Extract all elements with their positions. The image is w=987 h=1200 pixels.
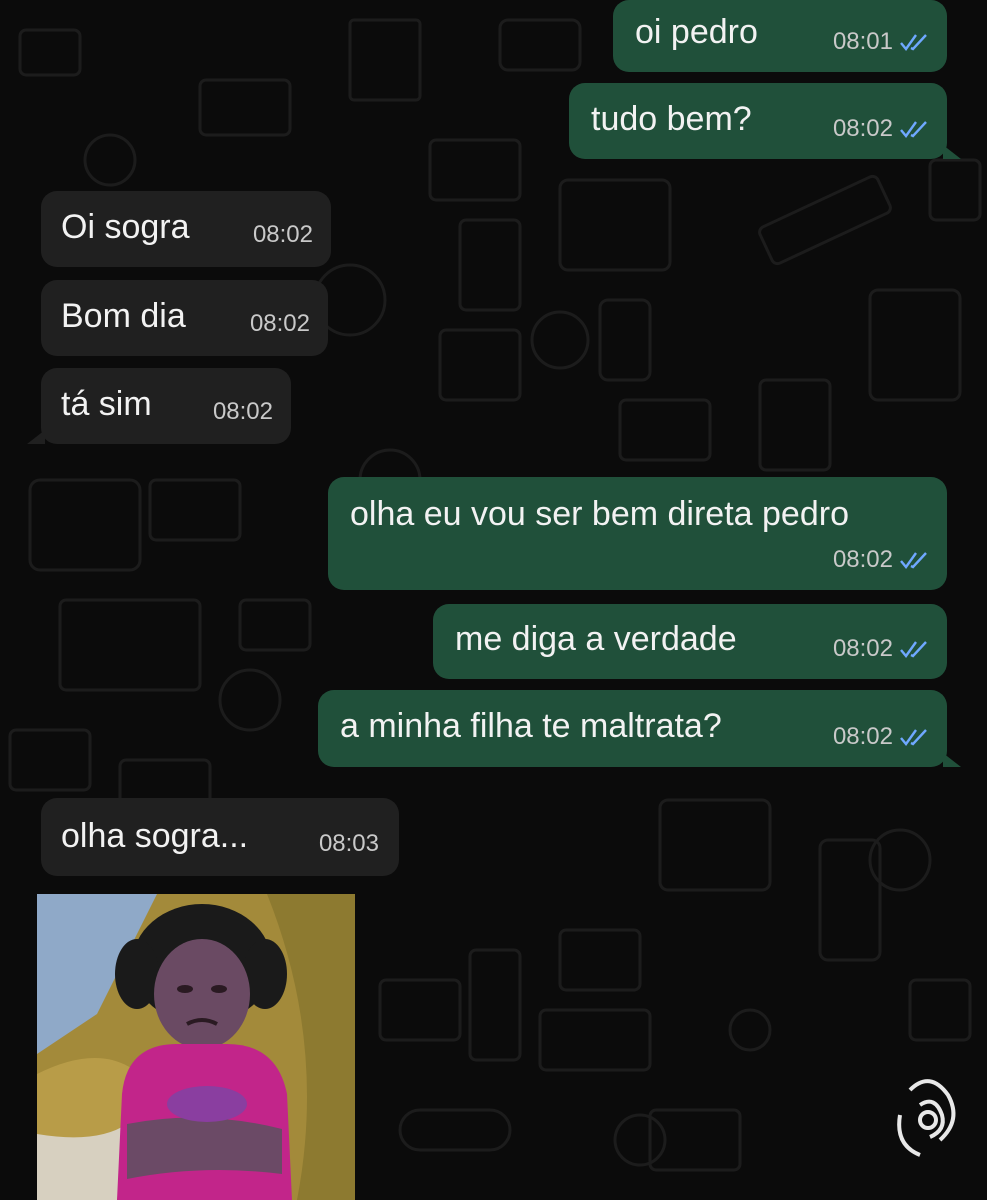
message-meta: 08:02	[833, 717, 929, 757]
double-check-icon	[900, 552, 927, 569]
message-meta: 08:02	[833, 629, 929, 669]
message-time: 08:02	[832, 723, 893, 750]
message-time: 08:02	[252, 221, 313, 248]
message-time: 08:02	[249, 310, 310, 337]
incoming-message[interactable]: tá sim 08:02	[27, 368, 291, 444]
message-meta: 08:01	[833, 22, 929, 62]
message-time: 08:03	[318, 830, 379, 857]
message-text: me diga a verdade	[455, 620, 737, 658]
outgoing-message[interactable]: me diga a verdade 08:02	[433, 604, 947, 679]
incoming-message[interactable]: Bom dia 08:02	[41, 280, 328, 356]
outgoing-message[interactable]: olha eu vou ser bem direta pedro 08:02	[328, 477, 947, 590]
message-time: 08:02	[832, 546, 893, 573]
message-time: 08:02	[832, 115, 893, 142]
watermark-logo	[897, 1079, 956, 1157]
message-meta: 08:02	[833, 540, 929, 580]
double-check-icon	[900, 121, 927, 138]
message-meta: 08:02	[833, 109, 929, 149]
message-text: olha sogra...	[61, 817, 249, 855]
message-time: 08:01	[832, 28, 893, 55]
message-meta: 08:02	[250, 304, 310, 344]
outgoing-message[interactable]: a minha filha te maltrata? 08:02	[318, 690, 961, 767]
double-check-icon	[900, 729, 927, 746]
message-text: olha eu vou ser bem direta pedro	[350, 495, 849, 533]
photo-message[interactable]	[37, 894, 355, 1200]
message-text: Bom dia	[61, 297, 186, 335]
crying-girl-photo	[37, 894, 355, 1200]
message-text: tá sim	[61, 385, 152, 423]
message-text: tudo bem?	[591, 100, 752, 138]
message-meta: 08:03	[319, 824, 379, 864]
message-time: 08:02	[212, 398, 273, 425]
outgoing-message[interactable]: tudo bem? 08:02	[569, 83, 961, 159]
incoming-message[interactable]: olha sogra... 08:03	[41, 798, 399, 876]
message-text: oi pedro	[635, 13, 758, 51]
double-check-icon	[900, 641, 927, 658]
incoming-message[interactable]: Oi sogra 08:02	[41, 191, 331, 267]
double-check-icon	[900, 34, 927, 51]
message-meta: 08:02	[213, 392, 273, 432]
message-time: 08:02	[832, 635, 893, 662]
message-text: Oi sogra	[61, 208, 190, 246]
message-meta: 08:02	[253, 215, 313, 255]
outgoing-message[interactable]: oi pedro 08:01	[613, 0, 947, 72]
message-text: a minha filha te maltrata?	[340, 707, 722, 745]
